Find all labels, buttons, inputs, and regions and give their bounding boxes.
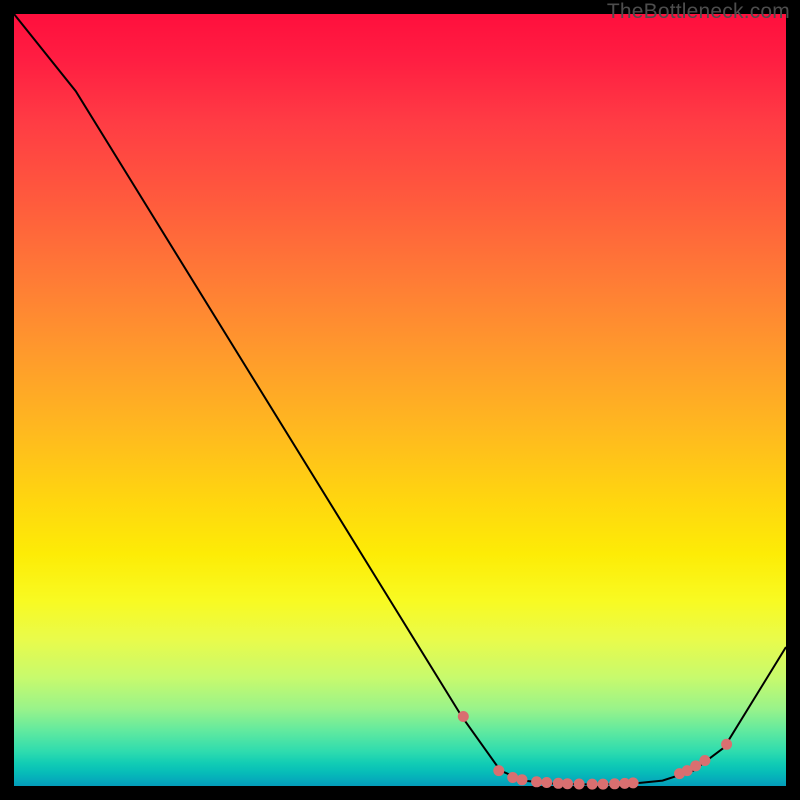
marker-dot [574, 779, 585, 790]
marker-dot [690, 760, 701, 771]
marker-dot [507, 772, 518, 783]
marker-dot [531, 776, 542, 787]
marker-dot [517, 774, 528, 785]
marker-dot [458, 711, 469, 722]
marker-dot [721, 739, 732, 750]
marker-dot [598, 779, 609, 790]
marker-dot [628, 777, 639, 788]
chart-overlay [14, 14, 786, 786]
bottleneck-curve [14, 14, 786, 785]
curve-group [14, 14, 786, 785]
marker-dot [699, 755, 710, 766]
marker-dot [609, 778, 620, 789]
marker-dot [541, 777, 552, 788]
chart-stage: TheBottleneck.com [0, 0, 800, 800]
watermark-text: TheBottleneck.com [607, 0, 790, 24]
marker-dot [562, 778, 573, 789]
marker-dot [493, 765, 504, 776]
marker-dot [587, 779, 598, 790]
markers-group [458, 711, 732, 790]
